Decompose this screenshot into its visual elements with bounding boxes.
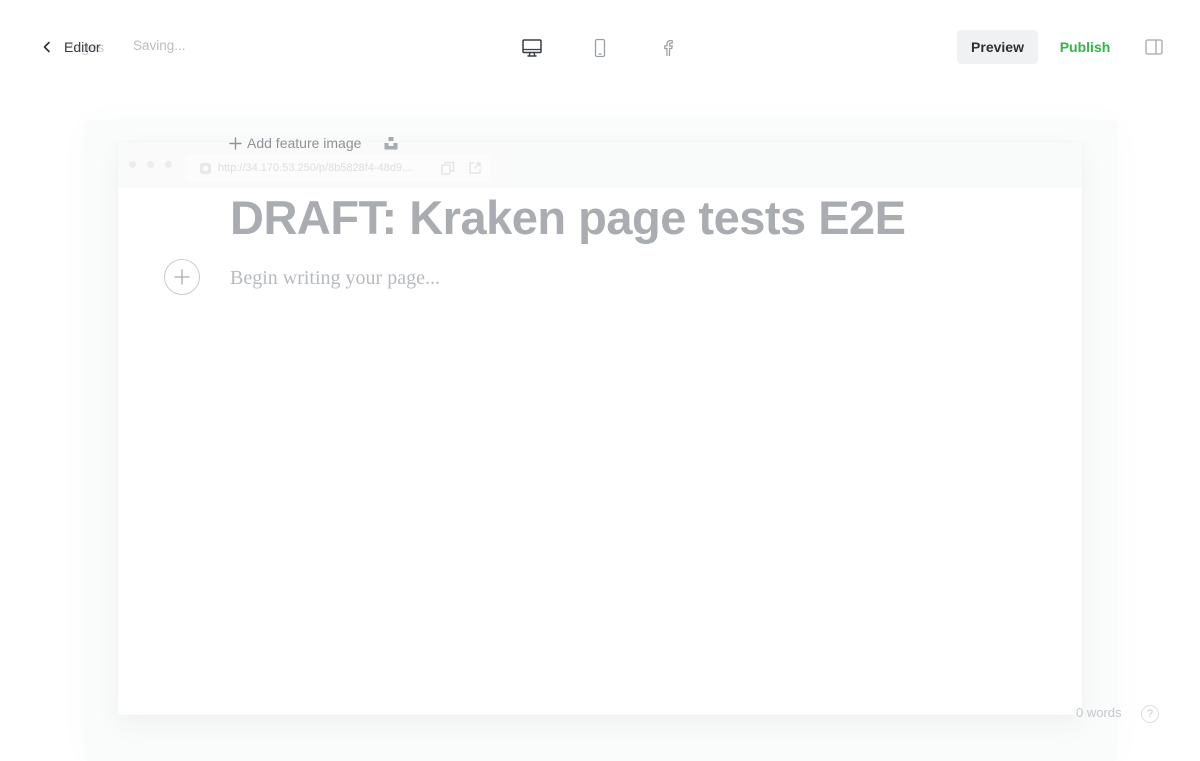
- window-dot: [129, 161, 136, 168]
- save-status: Saving...: [133, 38, 186, 53]
- unsplash-icon[interactable]: [383, 135, 399, 151]
- social-preview-button[interactable]: [648, 30, 688, 66]
- editor-topbar: Pages Editor Saving... Preview Publish: [0, 0, 1200, 94]
- editor-app: http://34.170.53.250/p/8b5828f4-48d9... …: [0, 0, 1200, 761]
- copy-icon[interactable]: [441, 161, 455, 175]
- word-count: 0 words: [1076, 705, 1122, 720]
- mobile-preview-button[interactable]: [580, 30, 620, 66]
- facebook-icon: [664, 40, 673, 56]
- add-feature-image-button[interactable]: Add feature image: [229, 135, 361, 151]
- back-to-editor-button[interactable]: Pages Editor: [38, 35, 124, 59]
- url-text: http://34.170.53.250/p/8b5828f4-48d9...: [218, 162, 412, 174]
- help-button[interactable]: ?: [1141, 705, 1159, 723]
- window-dot: [147, 161, 154, 168]
- sidebar-toggle-icon: [1145, 39, 1163, 55]
- external-link-icon[interactable]: [468, 161, 482, 175]
- mobile-icon: [594, 38, 606, 58]
- page-body-editor[interactable]: Begin writing your page...: [230, 264, 990, 292]
- url-bar: http://34.170.53.250/p/8b5828f4-48d9...: [188, 154, 490, 182]
- desktop-icon: [522, 39, 542, 57]
- page-title[interactable]: DRAFT: Kraken page tests E2E: [230, 186, 906, 250]
- window-controls: [129, 161, 183, 168]
- feature-image-row: Add feature image: [229, 133, 399, 153]
- preview-button[interactable]: Preview: [957, 30, 1038, 64]
- help-icon: ?: [1146, 708, 1154, 720]
- window-dot: [165, 161, 172, 168]
- plus-icon: [174, 269, 190, 285]
- back-label-text: Editor: [64, 39, 101, 55]
- device-preview-switch: [512, 30, 716, 66]
- globe-icon: [199, 162, 212, 174]
- publish-button[interactable]: Publish: [1050, 30, 1120, 64]
- add-feature-image-label: Add feature image: [247, 135, 362, 151]
- chevron-left-icon: [43, 41, 50, 53]
- desktop-preview-button[interactable]: [512, 30, 552, 66]
- settings-menu-toggle[interactable]: [1142, 36, 1166, 58]
- back-label: Pages Editor: [64, 37, 124, 57]
- add-card-button[interactable]: [164, 259, 200, 295]
- plus-icon: [229, 136, 242, 150]
